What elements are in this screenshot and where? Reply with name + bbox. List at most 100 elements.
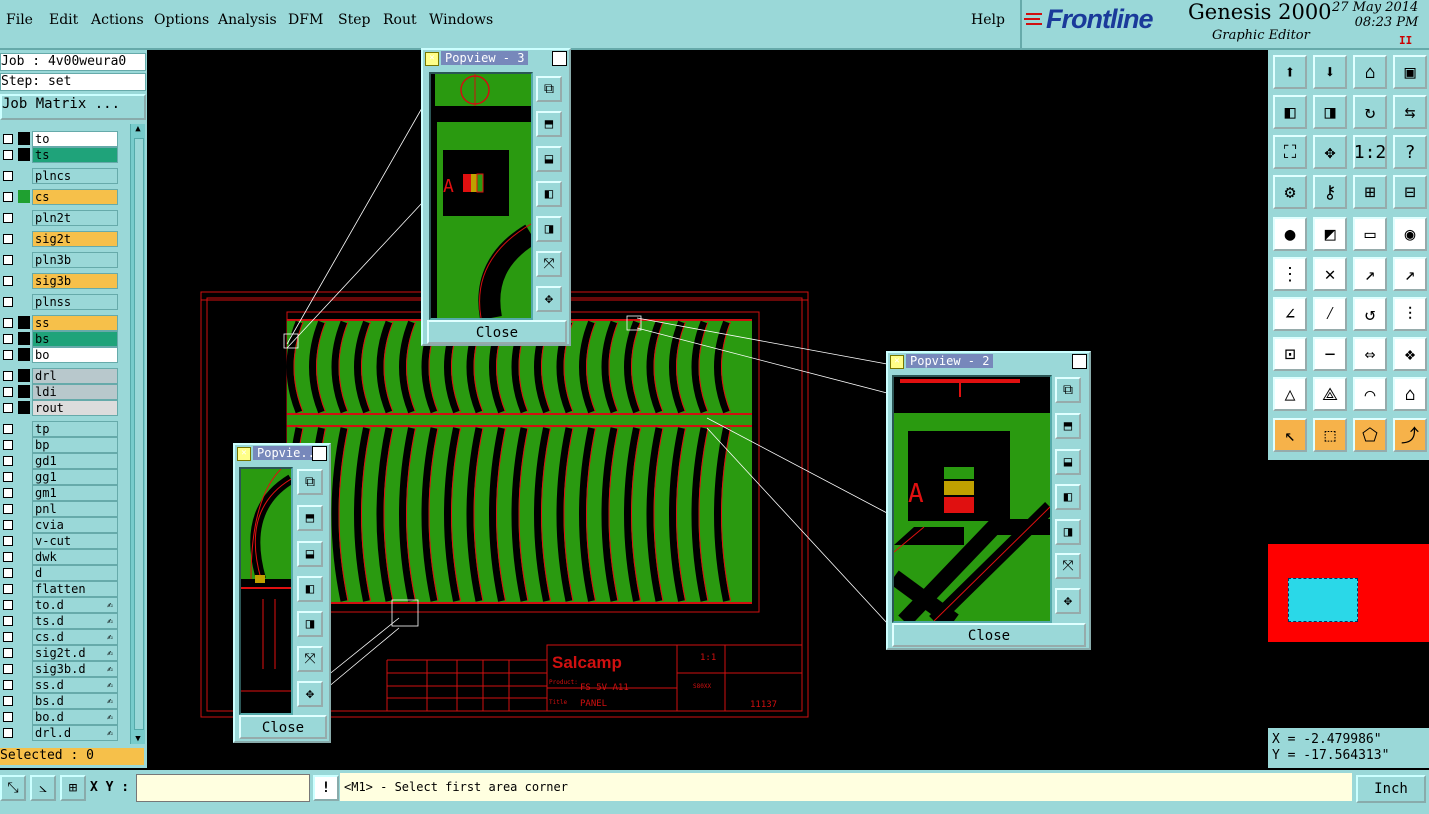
drill-icon[interactable]: ◉: [1393, 217, 1427, 251]
layer-row[interactable]: plnss: [0, 294, 118, 310]
layer-checkbox[interactable]: [3, 632, 13, 642]
close-icon[interactable]: ✕: [552, 51, 567, 66]
layer-name[interactable]: pnl: [32, 501, 118, 517]
layer-row[interactable]: d: [0, 565, 118, 581]
layer-row[interactable]: to: [0, 131, 118, 147]
layer-affected-indicator[interactable]: [18, 550, 30, 563]
layer-name[interactable]: pln2t: [32, 210, 118, 226]
popview-2-close-button[interactable]: Close: [892, 623, 1086, 647]
layer-affected-indicator[interactable]: [18, 385, 30, 398]
layer-affected-indicator[interactable]: [18, 646, 30, 659]
layer-checkbox[interactable]: [3, 255, 13, 265]
menu-dfm[interactable]: DFM: [288, 12, 323, 28]
triangle-icon[interactable]: △: [1273, 377, 1307, 411]
layer-row[interactable]: ts.d ✍: [0, 613, 118, 629]
pause-indicator[interactable]: II: [1399, 34, 1412, 47]
home-view-icon[interactable]: ⌂: [1353, 55, 1387, 89]
layer-name[interactable]: cs: [32, 189, 118, 205]
layer-checkbox[interactable]: [3, 456, 13, 466]
layer-affected-indicator[interactable]: [18, 582, 30, 595]
layer-affected-indicator[interactable]: [18, 190, 30, 203]
layer-affected-indicator[interactable]: [18, 502, 30, 515]
layer-row[interactable]: sig2t: [0, 231, 118, 247]
layer-affected-indicator[interactable]: [18, 678, 30, 691]
layer-checkbox[interactable]: [3, 552, 13, 562]
polygon-icon[interactable]: ◩: [1313, 217, 1347, 251]
layer-affected-indicator[interactable]: [18, 295, 30, 308]
layer-row[interactable]: sig3b: [0, 273, 118, 289]
pan-left-icon[interactable]: ◧: [297, 576, 323, 602]
layer-name[interactable]: bp: [32, 437, 118, 453]
scroll-down-icon[interactable]: ▼: [132, 734, 144, 744]
slash-icon[interactable]: ⁄: [1313, 297, 1347, 331]
rotate-icon[interactable]: ↺: [1353, 297, 1387, 331]
layer-name[interactable]: dwk: [32, 549, 118, 565]
layer-checkbox[interactable]: [3, 472, 13, 482]
layer-checkbox[interactable]: [3, 440, 13, 450]
layer-name[interactable]: bo: [32, 347, 118, 363]
layer-affected-indicator[interactable]: [18, 566, 30, 579]
overview-window[interactable]: [1268, 460, 1429, 728]
layer-row[interactable]: to.d ✍: [0, 597, 118, 613]
layer-affected-indicator[interactable]: [18, 518, 30, 531]
layers-red-icon[interactable]: ⊞: [1353, 175, 1387, 209]
menu-analysis[interactable]: Analysis: [218, 12, 277, 28]
zoom-down-icon[interactable]: ⬇: [1313, 55, 1347, 89]
layer-row[interactable]: plncs: [0, 168, 118, 184]
xy-input[interactable]: [136, 774, 310, 802]
layer-row[interactable]: bo.d ✍: [0, 709, 118, 725]
layer-affected-indicator[interactable]: [18, 316, 30, 329]
popview-1-close-button[interactable]: Close: [239, 715, 327, 739]
menu-rout[interactable]: Rout: [383, 12, 417, 28]
snap-box-icon[interactable]: ⊡: [1273, 337, 1307, 371]
layer-affected-indicator[interactable]: [18, 710, 30, 723]
group-icon[interactable]: ❖: [1393, 337, 1427, 371]
layer-row[interactable]: cs: [0, 189, 118, 205]
layer-checkbox[interactable]: [3, 150, 13, 160]
pan-down-icon[interactable]: ⬓: [1055, 449, 1081, 475]
layer-affected-indicator[interactable]: [18, 169, 30, 182]
layer-affected-indicator[interactable]: [18, 486, 30, 499]
popview-3-titlebar[interactable]: ✕ Popview - 3 ✕: [423, 50, 569, 68]
layer-affected-indicator[interactable]: [18, 454, 30, 467]
layer-checkbox[interactable]: [3, 387, 13, 397]
select-poly-icon[interactable]: ⬠: [1353, 418, 1387, 452]
layer-affected-indicator[interactable]: [18, 662, 30, 675]
menu-help[interactable]: Help: [971, 12, 1005, 28]
fit-window-icon[interactable]: ▣: [1393, 55, 1427, 89]
layer-row[interactable]: gm1: [0, 485, 118, 501]
layer-name[interactable]: pln3b: [32, 252, 118, 268]
layer-name[interactable]: sig3b.d ✍: [32, 661, 118, 677]
layer-affected-indicator[interactable]: [18, 211, 30, 224]
layer-row[interactable]: drl.d ✍: [0, 725, 118, 741]
scroll-up-icon[interactable]: ▲: [132, 124, 144, 134]
zoom-center-icon[interactable]: ✥: [1313, 135, 1347, 169]
pan-right-icon[interactable]: ◨: [1055, 519, 1081, 545]
select-icon[interactable]: ↖: [1273, 418, 1307, 452]
swap-icon[interactable]: ⇆: [1393, 95, 1427, 129]
layer-checkbox[interactable]: [3, 584, 13, 594]
layer-affected-indicator[interactable]: [18, 534, 30, 547]
arch-up-icon[interactable]: ⌂: [1393, 377, 1427, 411]
arch-icon[interactable]: ⌒: [1353, 377, 1387, 411]
zoom-in-icon[interactable]: ✥: [297, 681, 323, 707]
key-icon[interactable]: ⚷: [1313, 175, 1347, 209]
layer-checkbox[interactable]: [3, 680, 13, 690]
pan-left-tool-icon[interactable]: ◧: [1273, 95, 1307, 129]
mirror-icon[interactable]: ⫶: [1393, 297, 1427, 331]
layer-row[interactable]: bp: [0, 437, 118, 453]
layer-name[interactable]: d: [32, 565, 118, 581]
menu-step[interactable]: Step: [338, 12, 370, 28]
layer-checkbox[interactable]: [3, 568, 13, 578]
layer-checkbox[interactable]: [3, 171, 13, 181]
route-icon[interactable]: ⤴: [1393, 418, 1427, 452]
redraw-icon[interactable]: ↻: [1353, 95, 1387, 129]
layer-affected-indicator[interactable]: [18, 132, 30, 145]
layer-name[interactable]: flatten: [32, 581, 118, 597]
layer-row[interactable]: sig2t.d ✍: [0, 645, 118, 661]
layer-checkbox[interactable]: [3, 318, 13, 328]
layer-affected-indicator[interactable]: [18, 401, 30, 414]
layer-checkbox[interactable]: [3, 134, 13, 144]
pan-down-icon[interactable]: ⬓: [536, 146, 562, 172]
layer-name[interactable]: ts: [32, 147, 118, 163]
